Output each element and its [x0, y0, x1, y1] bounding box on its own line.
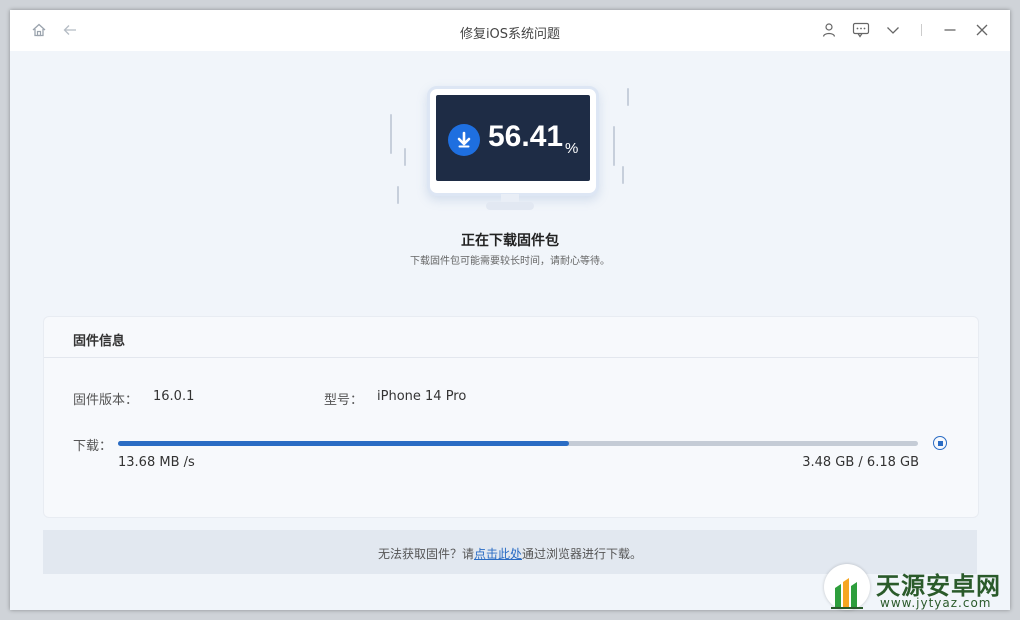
download-progress-fill: [118, 441, 570, 446]
download-arrow-icon: [448, 124, 480, 156]
download-progress-bar: [118, 441, 918, 446]
model-value: iPhone 14 Pro: [377, 389, 467, 404]
stop-download-button[interactable]: [933, 436, 947, 450]
download-label: 下载：: [73, 439, 113, 454]
watermark-url: www.jytyaz.com: [880, 596, 992, 610]
footer-prefix: 无法获取固件？请: [377, 547, 474, 561]
download-size: 3.48 GB / 6.18 GB: [802, 455, 919, 470]
watermark-logo-icon: [824, 564, 870, 610]
decor-line: [622, 166, 624, 184]
minimize-icon[interactable]: [941, 21, 959, 39]
firmware-version-label: 固件版本：: [73, 393, 139, 408]
download-illustration: 56.41 %: [380, 80, 640, 230]
titlebar: 修复iOS系统问题: [10, 10, 1010, 51]
monitor-base: [486, 202, 534, 210]
close-icon[interactable]: [973, 21, 991, 39]
progress-percent: 56.41: [488, 120, 564, 153]
app-window: 修复iOS系统问题 56.41 % 正在下载固件包 下载固件包可能需要较长时间，…: [10, 10, 1010, 610]
status-subtext: 下载固件包可能需要较长时间，请耐心等待。: [410, 256, 610, 267]
status-heading: 正在下载固件包: [461, 233, 559, 249]
stop-icon: [937, 440, 943, 446]
decor-line: [397, 186, 399, 204]
footer-suffix: 通过浏览器进行下载。: [522, 547, 643, 561]
firmware-info-card: 固件信息 固件版本： 16.0.1 型号： iPhone 14 Pro 下载： …: [43, 316, 979, 518]
monitor: 56.41 %: [427, 86, 599, 196]
browser-download-link[interactable]: 点击此处: [474, 547, 522, 561]
user-icon[interactable]: [820, 21, 838, 39]
decor-line: [404, 148, 406, 166]
titlebar-divider: [921, 24, 922, 36]
decor-line: [627, 88, 629, 106]
monitor-screen: 56.41 %: [436, 95, 590, 181]
site-watermark: 天源安卓网 www.jytyaz.com: [818, 558, 1018, 616]
card-header: 固件信息: [44, 317, 978, 358]
feedback-icon[interactable]: [852, 21, 870, 39]
decor-line: [613, 126, 615, 166]
progress-percent-sign: %: [565, 140, 579, 157]
decor-line: [390, 114, 392, 154]
model-label: 型号：: [324, 393, 364, 408]
download-speed: 13.68 MB /s: [118, 455, 195, 470]
chevron-down-icon[interactable]: [884, 21, 902, 39]
card-title: 固件信息: [73, 334, 126, 349]
firmware-version-value: 16.0.1: [153, 389, 195, 404]
